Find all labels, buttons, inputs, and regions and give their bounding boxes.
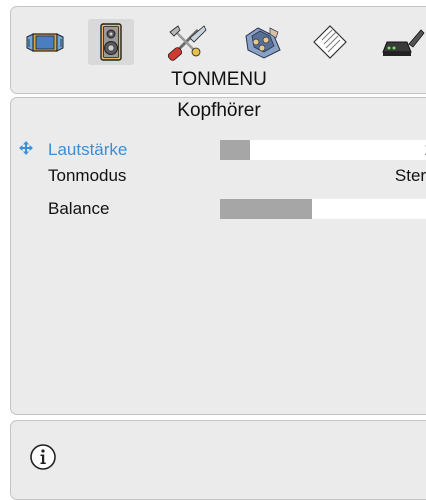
submenu-panel: Kopfhörer Lautstärke 10 Tonmodus Stereo …	[10, 97, 426, 415]
menu-row-tonmodus[interactable]: Tonmodus Stereo	[11, 164, 426, 188]
balance-slider-fill	[220, 199, 313, 219]
tools-icon[interactable]	[163, 19, 209, 65]
menu-row-balance[interactable]: Balance 0	[11, 197, 426, 221]
balance-label: Balance	[48, 199, 110, 218]
menu-header-panel: TONMENU	[10, 6, 426, 94]
move-cursor-icon	[19, 140, 33, 160]
footer-panel	[10, 420, 426, 500]
tonmodus-value: Stereo	[394, 166, 426, 185]
balance-slider[interactable]	[220, 199, 426, 219]
tonmodus-label: Tonmodus	[48, 166, 127, 185]
lautstaerke-slider[interactable]	[220, 140, 426, 160]
menu-row-lautstaerke[interactable]: Lautstärke 10	[11, 138, 426, 162]
menu-icon-bar	[11, 19, 426, 65]
info-icon[interactable]	[29, 443, 57, 476]
lautstaerke-slider-fill	[220, 140, 250, 160]
installation-icon[interactable]	[240, 19, 286, 65]
source-icon[interactable]	[307, 19, 353, 65]
menu-title: TONMENU	[171, 69, 267, 90]
picture-icon[interactable]	[22, 19, 68, 65]
speaker-icon[interactable]	[88, 19, 134, 65]
submenu-title: Kopfhörer	[177, 100, 261, 121]
lautstaerke-label: Lautstärke	[48, 140, 128, 159]
network-icon[interactable]	[379, 19, 425, 65]
